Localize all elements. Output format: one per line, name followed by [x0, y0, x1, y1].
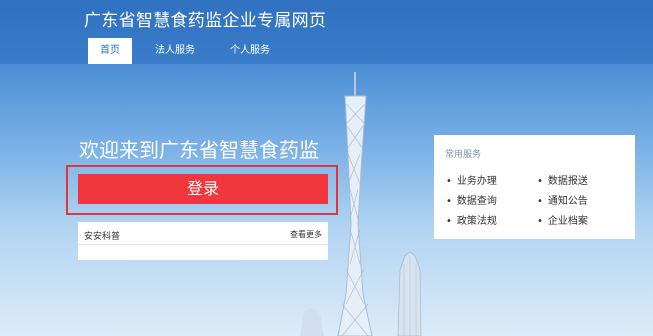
welcome-heading: 欢迎来到广东省智慧食药监	[79, 138, 319, 162]
nav-tab-corporate-services[interactable]: 法人服务	[143, 38, 207, 64]
divider	[78, 244, 328, 245]
nav-tab-personal-services[interactable]: 个人服务	[218, 38, 282, 64]
login-button[interactable]: 登录	[78, 174, 328, 204]
service-data-submission[interactable]: 数据报送	[537, 172, 588, 187]
service-business-handling[interactable]: 业务办理	[446, 172, 497, 187]
top-header: 广东省智慧食药监企业专属网页 首页 法人服务 个人服务	[0, 0, 653, 64]
services-panel-title: 常用服务	[445, 150, 482, 160]
service-notices[interactable]: 通知公告	[537, 192, 588, 207]
service-data-query[interactable]: 数据查询	[446, 192, 497, 207]
news-panel: 安安科普 查看更多	[78, 222, 328, 260]
nav-tab-home[interactable]: 首页	[88, 38, 132, 64]
view-more-link[interactable]: 查看更多	[290, 229, 322, 240]
common-services-panel: 常用服务 业务办理 数据报送 数据查询 通知公告 政策法规 企业档案	[434, 135, 635, 239]
site-title: 广东省智慧食药监企业专属网页	[84, 11, 327, 31]
service-policies[interactable]: 政策法规	[446, 212, 497, 227]
service-enterprise-archive[interactable]: 企业档案	[537, 212, 588, 227]
main-nav: 首页 法人服务 个人服务	[88, 38, 293, 64]
news-panel-title: 安安科普	[84, 232, 121, 242]
